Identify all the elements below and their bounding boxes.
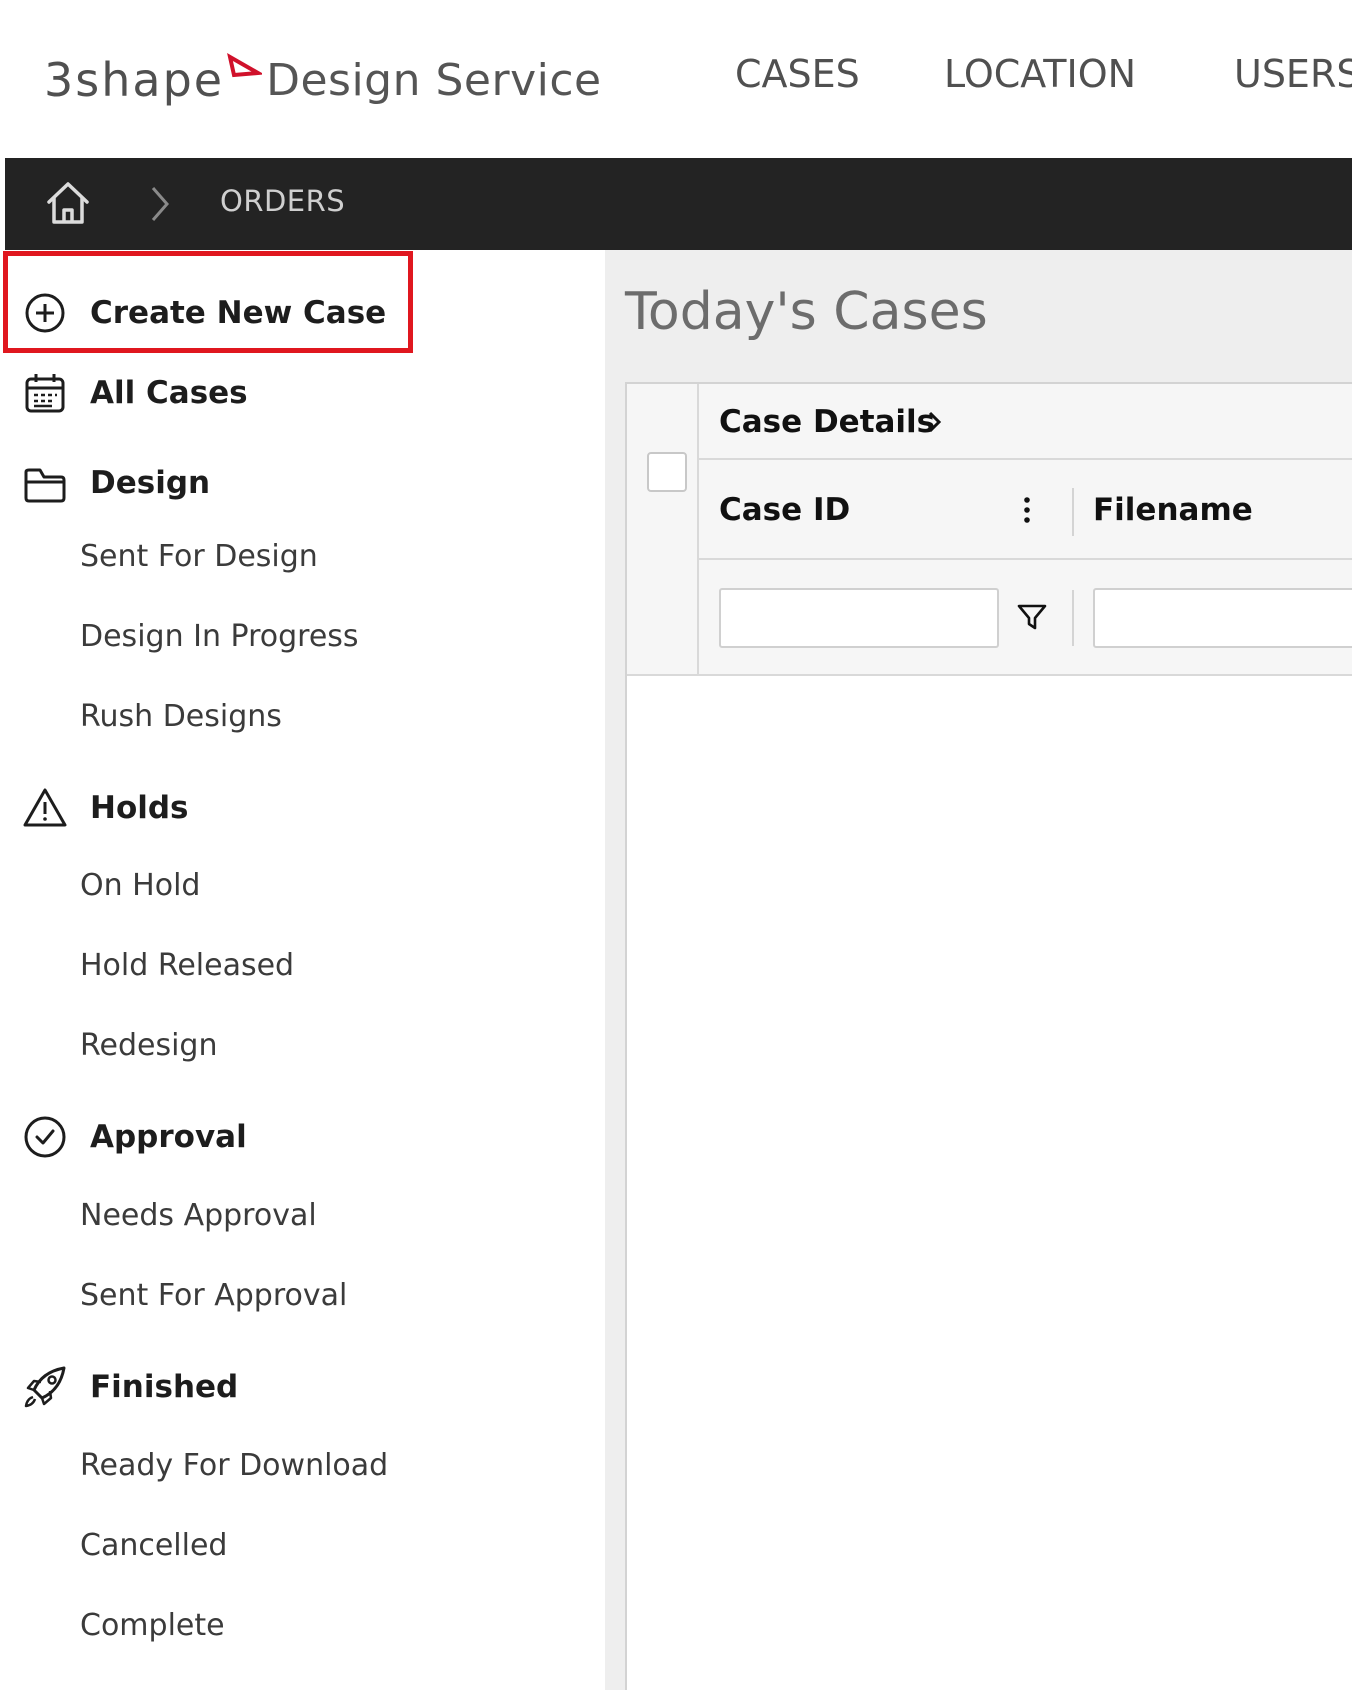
filter-icon[interactable] bbox=[1015, 600, 1049, 634]
home-icon[interactable] bbox=[43, 178, 93, 228]
sidebar-item-complete[interactable]: Complete bbox=[80, 1601, 225, 1651]
folder-icon bbox=[24, 468, 66, 503]
sidebar-item-cancelled[interactable]: Cancelled bbox=[80, 1521, 227, 1571]
sidebar-item-design-in-progress[interactable]: Design In Progress bbox=[80, 612, 359, 662]
sidebar-item-needs-approval[interactable]: Needs Approval bbox=[80, 1191, 317, 1241]
column-header-row: Case ID Filename bbox=[699, 460, 1352, 560]
cases-grid: Case Details Case ID Filename bbox=[625, 382, 1352, 1690]
finished-label: Finished bbox=[90, 1369, 239, 1405]
nav-cases[interactable]: CASES bbox=[735, 52, 860, 108]
column-header-filename[interactable]: Filename bbox=[1093, 492, 1253, 528]
warning-triangle-icon bbox=[23, 788, 67, 827]
filename-filter-input[interactable] bbox=[1093, 588, 1352, 648]
select-column bbox=[627, 384, 699, 676]
holds-label: Holds bbox=[90, 790, 189, 826]
column-header-case-id[interactable]: Case ID bbox=[719, 492, 850, 528]
sidebar-group-finished[interactable]: Finished bbox=[0, 1356, 560, 1418]
create-new-case-label: Create New Case bbox=[90, 295, 387, 331]
column-group-header[interactable]: Case Details bbox=[699, 384, 1352, 460]
page-title: Today's Cases bbox=[625, 282, 988, 342]
nav-location[interactable]: LOCATION bbox=[944, 52, 1136, 108]
filter-divider bbox=[1072, 590, 1074, 646]
sidebar-item-ready-for-download[interactable]: Ready For Download bbox=[80, 1441, 388, 1491]
sidebar: Create New Case All Cases Design Sent Fo… bbox=[0, 250, 605, 1690]
nav-users[interactable]: USERS bbox=[1234, 52, 1352, 108]
sidebar-item-hold-released[interactable]: Hold Released bbox=[80, 941, 294, 991]
sidebar-item-all-cases[interactable]: All Cases bbox=[0, 362, 560, 424]
column-group-label: Case Details bbox=[719, 404, 936, 440]
calendar-icon bbox=[25, 374, 65, 413]
create-new-case-button[interactable]: Create New Case bbox=[0, 282, 560, 344]
select-all-checkbox[interactable] bbox=[647, 452, 687, 492]
sidebar-group-holds[interactable]: Holds bbox=[0, 777, 560, 839]
check-circle-icon bbox=[24, 1116, 66, 1158]
case-id-filter-input[interactable] bbox=[719, 588, 999, 648]
all-cases-label: All Cases bbox=[90, 375, 248, 411]
breadcrumb-separator-icon bbox=[151, 187, 169, 221]
brand-arrow-icon bbox=[227, 53, 263, 78]
sidebar-item-rush-designs[interactable]: Rush Designs bbox=[80, 692, 282, 742]
breadcrumb: ORDERS bbox=[5, 158, 1352, 250]
sidebar-group-design[interactable]: Design bbox=[0, 452, 560, 514]
product-name: Design Service bbox=[266, 54, 602, 106]
rocket-icon bbox=[24, 1366, 66, 1408]
approval-label: Approval bbox=[90, 1119, 247, 1155]
breadcrumb-current[interactable]: ORDERS bbox=[220, 184, 345, 218]
app-logo[interactable]: 3shape Design Service bbox=[44, 48, 602, 112]
design-label: Design bbox=[90, 465, 211, 501]
sidebar-item-sent-for-design[interactable]: Sent For Design bbox=[80, 532, 318, 582]
top-header: 3shape Design Service CASES LOCATION USE… bbox=[0, 0, 1352, 158]
main-content: Today's Cases Case Details Case ID Filen… bbox=[605, 250, 1352, 1690]
brand-name: 3shape bbox=[44, 53, 225, 107]
sidebar-group-approval[interactable]: Approval bbox=[0, 1106, 560, 1168]
column-menu-icon[interactable] bbox=[1017, 494, 1037, 530]
column-divider[interactable] bbox=[1072, 488, 1074, 536]
chevron-right-icon[interactable] bbox=[924, 406, 946, 438]
plus-circle-icon bbox=[25, 293, 65, 333]
sidebar-item-on-hold[interactable]: On Hold bbox=[80, 861, 200, 911]
sidebar-item-redesign[interactable]: Redesign bbox=[80, 1021, 217, 1071]
sidebar-item-sent-for-approval[interactable]: Sent For Approval bbox=[80, 1271, 347, 1321]
filter-row bbox=[699, 560, 1352, 676]
